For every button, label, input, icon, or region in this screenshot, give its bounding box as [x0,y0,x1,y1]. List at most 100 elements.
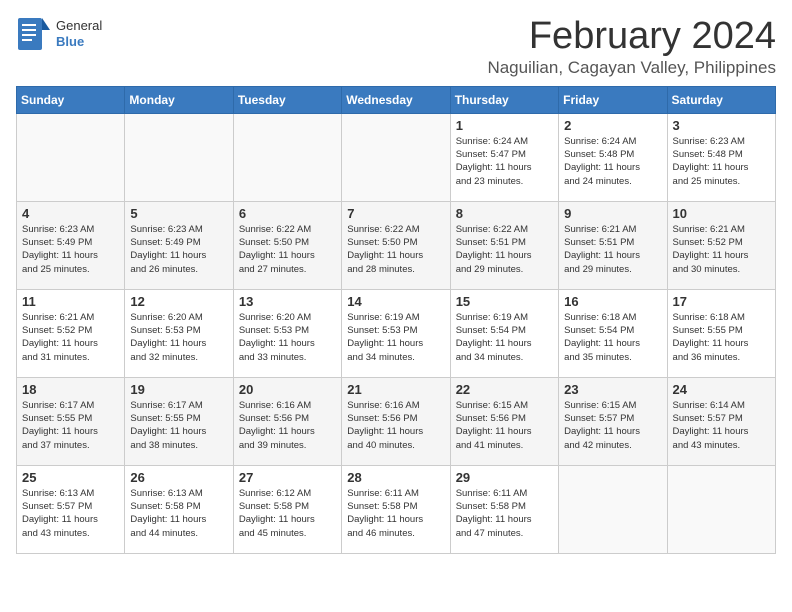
day-number: 24 [673,382,770,397]
calendar-header: SundayMondayTuesdayWednesdayThursdayFrid… [17,86,776,113]
day-header-monday: Monday [125,86,233,113]
day-cell: 16 Sunrise: 6:18 AM Sunset: 5:54 PM Dayli… [559,289,667,377]
location-title: Naguilian, Cagayan Valley, Philippines [487,58,776,78]
day-cell [559,465,667,553]
day-info: Sunrise: 6:24 AM Sunset: 5:47 PM Dayligh… [456,135,553,188]
logo: General Blue [16,16,102,52]
day-info: Sunrise: 6:17 AM Sunset: 5:55 PM Dayligh… [22,399,119,452]
day-cell: 4 Sunrise: 6:23 AM Sunset: 5:49 PM Daylig… [17,201,125,289]
day-info: Sunrise: 6:23 AM Sunset: 5:49 PM Dayligh… [130,223,227,276]
day-info: Sunrise: 6:15 AM Sunset: 5:56 PM Dayligh… [456,399,553,452]
day-number: 3 [673,118,770,133]
day-header-tuesday: Tuesday [233,86,341,113]
logo-icon [16,16,52,52]
day-number: 22 [456,382,553,397]
day-cell: 1 Sunrise: 6:24 AM Sunset: 5:47 PM Daylig… [450,113,558,201]
day-cell: 13 Sunrise: 6:20 AM Sunset: 5:53 PM Dayli… [233,289,341,377]
day-cell: 11Sunrise: 6:21 AM Sunset: 5:52 PM Dayli… [17,289,125,377]
day-header-wednesday: Wednesday [342,86,450,113]
day-info: Sunrise: 6:13 AM Sunset: 5:57 PM Dayligh… [22,487,119,540]
day-cell: 23 Sunrise: 6:15 AM Sunset: 5:57 PM Dayli… [559,377,667,465]
day-number: 21 [347,382,444,397]
day-info: Sunrise: 6:18 AM Sunset: 5:55 PM Dayligh… [673,311,770,364]
day-info: Sunrise: 6:20 AM Sunset: 5:53 PM Dayligh… [239,311,336,364]
day-cell [17,113,125,201]
day-info: Sunrise: 6:17 AM Sunset: 5:55 PM Dayligh… [130,399,227,452]
day-cell: 8 Sunrise: 6:22 AM Sunset: 5:51 PM Daylig… [450,201,558,289]
day-info: Sunrise: 6:20 AM Sunset: 5:53 PM Dayligh… [130,311,227,364]
day-number: 18 [22,382,119,397]
week-row-1: 1 Sunrise: 6:24 AM Sunset: 5:47 PM Daylig… [17,113,776,201]
day-number: 6 [239,206,336,221]
day-cell: 19 Sunrise: 6:17 AM Sunset: 5:55 PM Dayli… [125,377,233,465]
day-number: 25 [22,470,119,485]
day-number: 15 [456,294,553,309]
day-number: 12 [130,294,227,309]
day-number: 20 [239,382,336,397]
day-info: Sunrise: 6:19 AM Sunset: 5:54 PM Dayligh… [456,311,553,364]
day-info: Sunrise: 6:11 AM Sunset: 5:58 PM Dayligh… [456,487,553,540]
day-info: Sunrise: 6:21 AM Sunset: 5:52 PM Dayligh… [673,223,770,276]
day-cell: 7 Sunrise: 6:22 AM Sunset: 5:50 PM Daylig… [342,201,450,289]
week-row-2: 4 Sunrise: 6:23 AM Sunset: 5:49 PM Daylig… [17,201,776,289]
title-area: February 2024 Naguilian, Cagayan Valley,… [487,16,776,78]
day-number: 28 [347,470,444,485]
week-row-4: 18 Sunrise: 6:17 AM Sunset: 5:55 PM Dayli… [17,377,776,465]
day-header-sunday: Sunday [17,86,125,113]
day-info: Sunrise: 6:21 AM Sunset: 5:51 PM Dayligh… [564,223,661,276]
day-header-thursday: Thursday [450,86,558,113]
day-cell: 25 Sunrise: 6:13 AM Sunset: 5:57 PM Dayli… [17,465,125,553]
day-cell: 9 Sunrise: 6:21 AM Sunset: 5:51 PM Daylig… [559,201,667,289]
day-info: Sunrise: 6:19 AM Sunset: 5:53 PM Dayligh… [347,311,444,364]
day-cell: 17Sunrise: 6:18 AM Sunset: 5:55 PM Dayli… [667,289,775,377]
day-cell: 22 Sunrise: 6:15 AM Sunset: 5:56 PM Dayli… [450,377,558,465]
day-cell: 5 Sunrise: 6:23 AM Sunset: 5:49 PM Daylig… [125,201,233,289]
month-title: February 2024 [487,16,776,58]
day-number: 19 [130,382,227,397]
day-number: 29 [456,470,553,485]
day-cell: 29 Sunrise: 6:11 AM Sunset: 5:58 PM Dayli… [450,465,558,553]
day-number: 26 [130,470,227,485]
calendar-table: SundayMondayTuesdayWednesdayThursdayFrid… [16,86,776,554]
day-cell: 12 Sunrise: 6:20 AM Sunset: 5:53 PM Dayli… [125,289,233,377]
day-info: Sunrise: 6:22 AM Sunset: 5:51 PM Dayligh… [456,223,553,276]
day-header-friday: Friday [559,86,667,113]
day-number: 14 [347,294,444,309]
day-number: 11 [22,294,119,309]
header: General Blue February 2024 Naguilian, Ca… [16,16,776,78]
day-info: Sunrise: 6:11 AM Sunset: 5:58 PM Dayligh… [347,487,444,540]
day-cell [667,465,775,553]
day-info: Sunrise: 6:18 AM Sunset: 5:54 PM Dayligh… [564,311,661,364]
day-cell [233,113,341,201]
day-cell: 14 Sunrise: 6:19 AM Sunset: 5:53 PM Dayli… [342,289,450,377]
week-row-5: 25 Sunrise: 6:13 AM Sunset: 5:57 PM Dayli… [17,465,776,553]
day-number: 8 [456,206,553,221]
day-number: 9 [564,206,661,221]
day-info: Sunrise: 6:22 AM Sunset: 5:50 PM Dayligh… [239,223,336,276]
day-cell: 24 Sunrise: 6:14 AM Sunset: 5:57 PM Dayli… [667,377,775,465]
day-cell: 18 Sunrise: 6:17 AM Sunset: 5:55 PM Dayli… [17,377,125,465]
day-info: Sunrise: 6:23 AM Sunset: 5:49 PM Dayligh… [22,223,119,276]
day-number: 5 [130,206,227,221]
day-info: Sunrise: 6:22 AM Sunset: 5:50 PM Dayligh… [347,223,444,276]
day-header-saturday: Saturday [667,86,775,113]
day-cell: 28 Sunrise: 6:11 AM Sunset: 5:58 PM Dayli… [342,465,450,553]
day-number: 10 [673,206,770,221]
day-info: Sunrise: 6:15 AM Sunset: 5:57 PM Dayligh… [564,399,661,452]
day-cell [125,113,233,201]
day-number: 7 [347,206,444,221]
day-info: Sunrise: 6:14 AM Sunset: 5:57 PM Dayligh… [673,399,770,452]
day-cell: 6 Sunrise: 6:22 AM Sunset: 5:50 PM Daylig… [233,201,341,289]
day-number: 23 [564,382,661,397]
day-info: Sunrise: 6:24 AM Sunset: 5:48 PM Dayligh… [564,135,661,188]
day-cell: 21 Sunrise: 6:16 AM Sunset: 5:56 PM Dayli… [342,377,450,465]
day-cell: 2Sunrise: 6:24 AM Sunset: 5:48 PM Daylig… [559,113,667,201]
day-number: 13 [239,294,336,309]
week-row-3: 11Sunrise: 6:21 AM Sunset: 5:52 PM Dayli… [17,289,776,377]
day-number: 4 [22,206,119,221]
day-number: 16 [564,294,661,309]
day-info: Sunrise: 6:16 AM Sunset: 5:56 PM Dayligh… [347,399,444,452]
logo-text: General Blue [56,18,102,49]
day-number: 1 [456,118,553,133]
day-info: Sunrise: 6:16 AM Sunset: 5:56 PM Dayligh… [239,399,336,452]
